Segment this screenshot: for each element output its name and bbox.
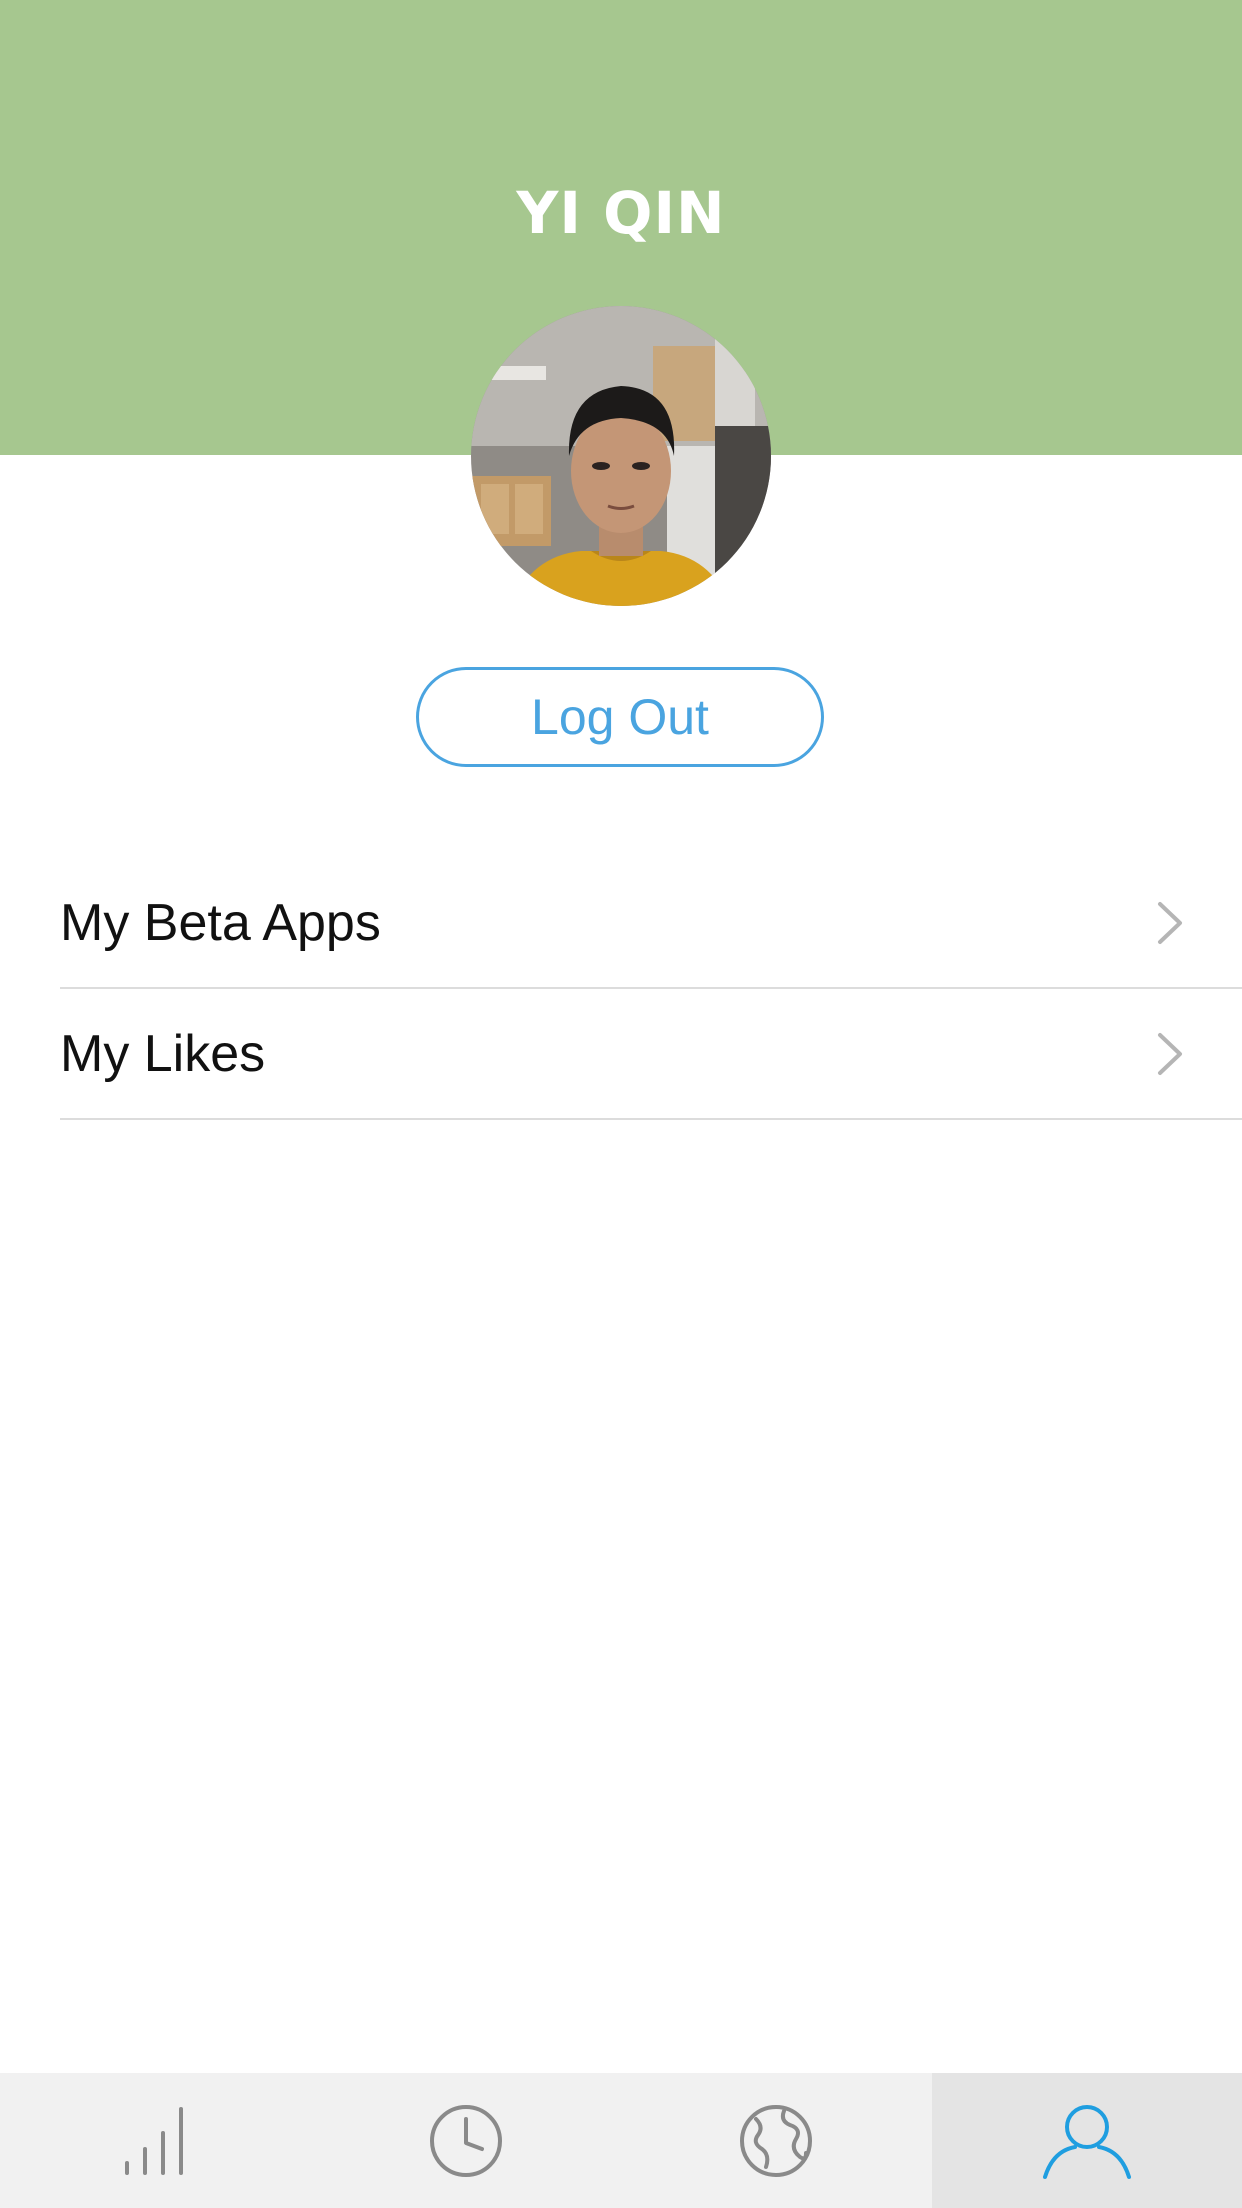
menu-item-my-beta-apps[interactable]: My Beta Apps (0, 858, 1242, 989)
logout-button[interactable]: Log Out (416, 667, 824, 767)
tab-bar (0, 2073, 1242, 2208)
tab-explore[interactable] (621, 2073, 932, 2208)
chevron-right-icon (1158, 902, 1182, 944)
profile-screen: YI QIN Log Out My Beta Apps My Likes (0, 0, 1242, 2208)
tab-profile[interactable] (931, 2073, 1242, 2208)
avatar-photo (471, 306, 771, 606)
chevron-right-icon (1158, 1033, 1182, 1075)
divider (60, 1118, 1242, 1120)
avatar[interactable] (471, 306, 771, 606)
menu-item-my-likes[interactable]: My Likes (0, 989, 1242, 1120)
tab-stats[interactable] (0, 2073, 311, 2208)
globe-icon (740, 2104, 813, 2177)
bar-chart-icon (125, 2106, 184, 2175)
user-icon (1042, 2104, 1131, 2179)
tab-history[interactable] (311, 2073, 622, 2208)
menu-item-label: My Likes (60, 1025, 266, 1083)
profile-menu: My Beta Apps My Likes (0, 858, 1242, 1120)
user-name-title: YI QIN (516, 179, 726, 247)
menu-item-label: My Beta Apps (60, 894, 381, 952)
clock-icon (429, 2104, 502, 2177)
